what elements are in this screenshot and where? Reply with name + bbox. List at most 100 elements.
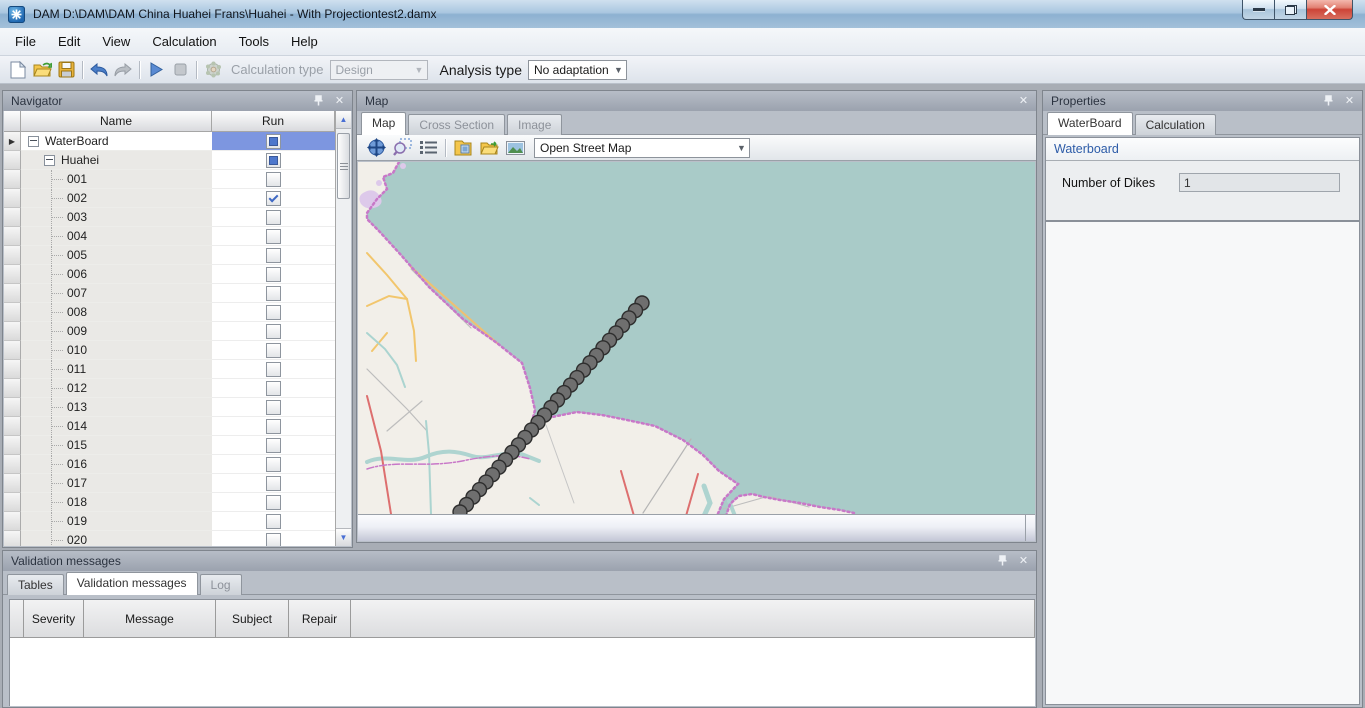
undo-button[interactable] — [87, 59, 111, 81]
run-checkbox-unchecked[interactable] — [266, 419, 281, 434]
tree-node-013[interactable]: 013 — [21, 398, 212, 417]
navigator-scrollbar[interactable]: ▲ ▼ — [335, 111, 351, 546]
tree-node-007[interactable]: 007 — [21, 284, 212, 303]
run-cell[interactable] — [212, 284, 335, 303]
map-bottom-scrollbar[interactable] — [358, 514, 1035, 541]
map-provider-select[interactable]: Open Street Map▼ — [534, 138, 750, 158]
table-row[interactable]: 006 — [4, 265, 335, 284]
run-cell[interactable] — [212, 151, 335, 170]
add-map-layer-button[interactable] — [450, 137, 476, 159]
map-view[interactable] — [358, 162, 1035, 516]
save-button[interactable] — [54, 59, 78, 81]
run-cell[interactable] — [212, 189, 335, 208]
run-checkbox-unchecked[interactable] — [266, 495, 281, 510]
column-header-repair[interactable]: Repair — [289, 600, 351, 638]
pin-icon[interactable] — [1322, 94, 1335, 107]
run-cell[interactable] — [212, 398, 335, 417]
tree-node-015[interactable]: 015 — [21, 436, 212, 455]
minimize-button[interactable] — [1242, 0, 1274, 20]
column-header-message[interactable]: Message — [84, 600, 216, 638]
run-checkbox-unchecked[interactable] — [266, 286, 281, 301]
scroll-down-button[interactable]: ▼ — [336, 528, 351, 546]
tree-node-008[interactable]: 008 — [21, 303, 212, 322]
menu-item-tools[interactable]: Tools — [228, 30, 280, 53]
run-checkbox-unchecked[interactable] — [266, 172, 281, 187]
run-checkbox-unchecked[interactable] — [266, 362, 281, 377]
map-canvas[interactable] — [358, 162, 1035, 516]
run-cell[interactable] — [212, 246, 335, 265]
menu-item-file[interactable]: File — [4, 30, 47, 53]
column-header-run[interactable]: Run — [212, 111, 335, 132]
table-row[interactable]: 018 — [4, 493, 335, 512]
column-header-subject[interactable]: Subject — [216, 600, 289, 638]
tree-node-003[interactable]: 003 — [21, 208, 212, 227]
tree-node-016[interactable]: 016 — [21, 455, 212, 474]
tree-node-011[interactable]: 011 — [21, 360, 212, 379]
tree-node-019[interactable]: 019 — [21, 512, 212, 531]
column-header-name[interactable]: Name — [21, 111, 212, 132]
collapse-icon[interactable] — [28, 136, 39, 147]
open-file-button[interactable] — [30, 59, 54, 81]
open-map-file-button[interactable] — [476, 137, 502, 159]
table-row[interactable]: 020 — [4, 531, 335, 546]
run-cell[interactable] — [212, 455, 335, 474]
tree-node-006[interactable]: 006 — [21, 265, 212, 284]
run-cell[interactable] — [212, 208, 335, 227]
menu-item-calculation[interactable]: Calculation — [141, 30, 227, 53]
run-cell[interactable] — [212, 303, 335, 322]
table-row[interactable]: 004 — [4, 227, 335, 246]
table-row[interactable]: Huahei — [4, 151, 335, 170]
run-cell[interactable] — [212, 379, 335, 398]
run-checkbox-unchecked[interactable] — [266, 305, 281, 320]
table-row[interactable]: 012 — [4, 379, 335, 398]
tab-tables[interactable]: Tables — [7, 574, 64, 595]
tree-node-009[interactable]: 009 — [21, 322, 212, 341]
menu-item-help[interactable]: Help — [280, 30, 329, 53]
new-document-button[interactable] — [6, 59, 30, 81]
run-checkbox-checked[interactable] — [266, 191, 281, 206]
table-row[interactable]: 007 — [4, 284, 335, 303]
run-checkbox-unchecked[interactable] — [266, 381, 281, 396]
run-cell[interactable] — [212, 360, 335, 379]
tab-waterboard[interactable]: WaterBoard — [1047, 112, 1133, 135]
tree-node-waterboard[interactable]: WaterBoard — [21, 132, 212, 151]
table-row[interactable]: 013 — [4, 398, 335, 417]
run-cell[interactable] — [212, 436, 335, 455]
run-checkbox-unchecked[interactable] — [266, 400, 281, 415]
run-checkbox-unchecked[interactable] — [266, 457, 281, 472]
tree-node-014[interactable]: 014 — [21, 417, 212, 436]
tree-node-017[interactable]: 017 — [21, 474, 212, 493]
analysis-type-select[interactable]: No adaptation▼ — [528, 60, 627, 80]
tree-node-005[interactable]: 005 — [21, 246, 212, 265]
table-row[interactable]: 001 — [4, 170, 335, 189]
collapse-icon[interactable] — [44, 155, 55, 166]
run-cell[interactable] — [212, 322, 335, 341]
table-row[interactable]: 014 — [4, 417, 335, 436]
close-icon[interactable]: ✕ — [1017, 554, 1030, 567]
run-checkbox-indeterminate[interactable] — [266, 134, 281, 149]
tree-node-004[interactable]: 004 — [21, 227, 212, 246]
run-checkbox-unchecked[interactable] — [266, 343, 281, 358]
table-row[interactable]: 008 — [4, 303, 335, 322]
run-checkbox-unchecked[interactable] — [266, 210, 281, 225]
run-checkbox-unchecked[interactable] — [266, 514, 281, 529]
run-checkbox-unchecked[interactable] — [266, 476, 281, 491]
tab-calculation[interactable]: Calculation — [1135, 114, 1216, 135]
map-legend-button[interactable] — [415, 137, 441, 159]
tree-node-002[interactable]: 002 — [21, 189, 212, 208]
zoom-region-button[interactable] — [389, 137, 415, 159]
run-checkbox-unchecked[interactable] — [266, 533, 281, 547]
tab-validation-messages[interactable]: Validation messages — [66, 572, 198, 595]
table-row[interactable]: 003 — [4, 208, 335, 227]
run-cell[interactable] — [212, 531, 335, 546]
table-row[interactable]: 019 — [4, 512, 335, 531]
tree-node-010[interactable]: 010 — [21, 341, 212, 360]
close-icon[interactable]: ✕ — [1343, 94, 1356, 107]
table-row[interactable]: 017 — [4, 474, 335, 493]
run-checkbox-unchecked[interactable] — [266, 229, 281, 244]
run-cell[interactable] — [212, 265, 335, 284]
run-cell[interactable] — [212, 132, 335, 151]
pan-map-button[interactable] — [363, 137, 389, 159]
run-cell[interactable] — [212, 417, 335, 436]
scrollbar-thumb[interactable] — [337, 133, 350, 199]
